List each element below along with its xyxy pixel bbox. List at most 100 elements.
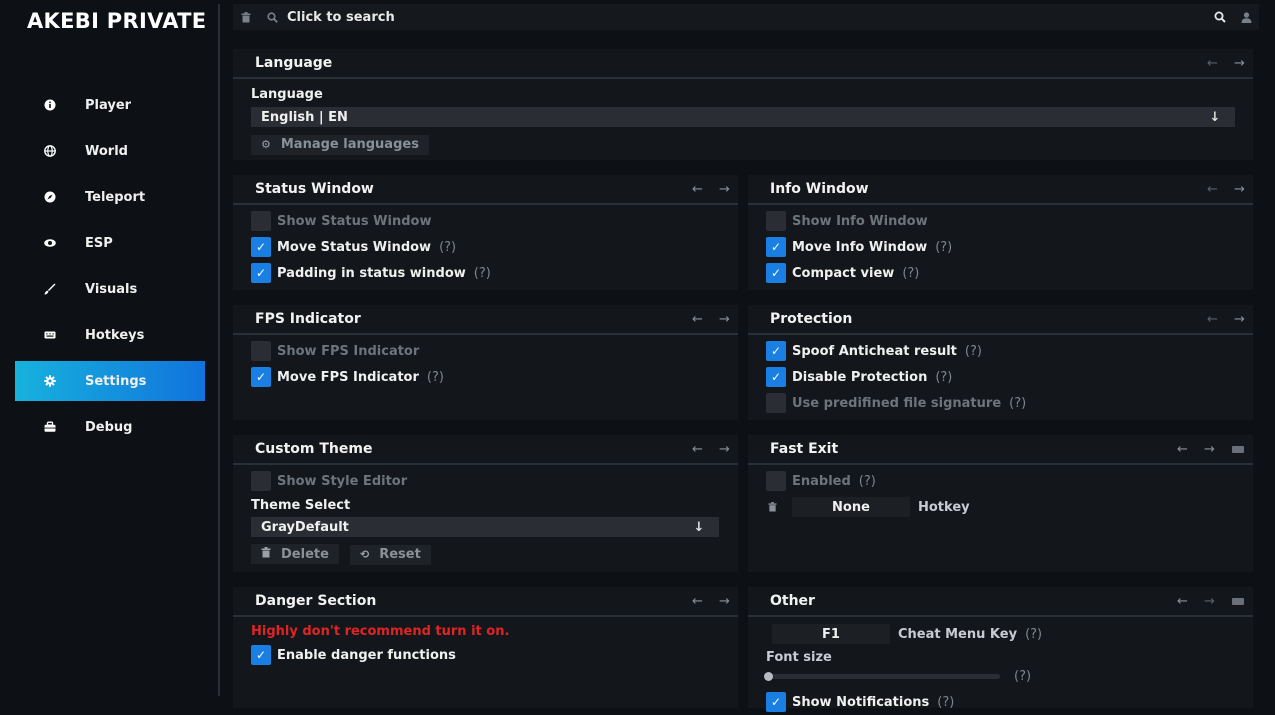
spoof-anticheat-checkbox[interactable]: Spoof Anticheat result (?): [766, 338, 1253, 364]
help-marker[interactable]: (?): [902, 266, 919, 281]
checkbox-box[interactable]: [251, 211, 271, 231]
help-marker[interactable]: (?): [965, 344, 982, 359]
delete-theme-button[interactable]: Delete: [251, 544, 339, 564]
move-status-window-checkbox[interactable]: Move Status Window (?): [251, 234, 738, 260]
nav-item-hotkeys[interactable]: Hotkeys: [15, 315, 205, 355]
arrow-left-icon[interactable]: ←: [1199, 312, 1226, 327]
checkbox-box[interactable]: [251, 471, 271, 491]
hotkey-input[interactable]: None: [792, 497, 910, 517]
arrow-left-icon[interactable]: ←: [1199, 182, 1226, 197]
checkbox-box[interactable]: [251, 341, 271, 361]
checkbox-box[interactable]: [251, 237, 271, 257]
trash-icon[interactable]: [233, 11, 259, 23]
nav-label: Settings: [85, 373, 147, 389]
checkbox-box[interactable]: [766, 237, 786, 257]
arrow-left-icon[interactable]: ←: [1199, 56, 1226, 71]
nav-item-teleport[interactable]: Teleport: [15, 177, 205, 217]
trash-icon[interactable]: [768, 502, 792, 512]
checkbox-box[interactable]: [766, 263, 786, 283]
help-marker[interactable]: (?): [1025, 627, 1042, 642]
nav-item-debug[interactable]: Debug: [15, 407, 205, 447]
nav-item-world[interactable]: World: [15, 131, 205, 171]
compact-view-checkbox[interactable]: Compact view (?): [766, 260, 1253, 286]
search-input[interactable]: Click to search: [285, 10, 1207, 25]
checkbox-box[interactable]: [766, 367, 786, 387]
checkbox-box[interactable]: [766, 211, 786, 231]
help-marker[interactable]: (?): [427, 370, 444, 385]
arrow-left-icon[interactable]: ←: [684, 442, 711, 457]
checkbox-label: Show Notifications: [792, 694, 930, 710]
keyboard-icon[interactable]: [1223, 445, 1253, 453]
arrow-left-icon[interactable]: ←: [684, 182, 711, 197]
nav-item-esp[interactable]: ESP: [15, 223, 205, 263]
arrow-left-icon[interactable]: ←: [684, 312, 711, 327]
nav-item-settings[interactable]: Settings: [15, 361, 205, 401]
checkbox-box[interactable]: [766, 341, 786, 361]
fast-exit-enabled-checkbox[interactable]: Enabled (?): [766, 468, 1253, 494]
panel-other: Other ← → F1 Cheat Menu Key (?) Font siz…: [748, 587, 1253, 712]
help-marker[interactable]: (?): [1014, 669, 1031, 684]
reset-theme-button[interactable]: ⟲ Reset: [350, 544, 431, 565]
help-marker[interactable]: (?): [439, 240, 456, 255]
panel-header: Other ← →: [748, 587, 1253, 617]
panel-header: Danger Section ← →: [233, 587, 738, 617]
arrow-right-icon[interactable]: →: [1226, 182, 1253, 197]
predefined-signature-checkbox[interactable]: Use predifined file signature (?): [766, 390, 1253, 416]
show-notifications-checkbox[interactable]: Show Notifications (?): [766, 689, 1253, 715]
help-marker[interactable]: (?): [935, 240, 952, 255]
menu-key-input[interactable]: F1: [772, 624, 890, 644]
checkbox-label: Compact view: [792, 265, 895, 281]
help-marker[interactable]: (?): [937, 695, 954, 710]
help-marker[interactable]: (?): [859, 474, 876, 489]
arrow-left-icon[interactable]: ←: [1169, 594, 1196, 609]
checkbox-label: Show Info Window: [792, 213, 928, 229]
slider-knob[interactable]: [764, 671, 773, 681]
checkbox-box[interactable]: [766, 393, 786, 413]
disable-protection-checkbox[interactable]: Disable Protection (?): [766, 364, 1253, 390]
arrow-right-icon[interactable]: →: [1226, 312, 1253, 327]
help-marker[interactable]: (?): [1009, 396, 1026, 411]
arrow-right-icon[interactable]: →: [1196, 442, 1223, 457]
panel-title: Custom Theme: [255, 441, 373, 457]
checkbox-label: Show FPS Indicator: [277, 343, 420, 359]
arrow-right-icon[interactable]: →: [711, 442, 738, 457]
keyboard-icon[interactable]: [1223, 597, 1253, 605]
arrow-right-icon[interactable]: →: [711, 182, 738, 197]
nav-item-visuals[interactable]: Visuals: [15, 269, 205, 309]
show-style-editor-checkbox[interactable]: Show Style Editor: [251, 468, 738, 494]
checkbox-box[interactable]: [251, 263, 271, 283]
checkbox-box[interactable]: [766, 692, 786, 712]
show-info-window-checkbox[interactable]: Show Info Window: [766, 208, 1253, 234]
arrow-left-icon[interactable]: ←: [1169, 442, 1196, 457]
eye-icon: [15, 237, 85, 249]
theme-select[interactable]: GrayDefault ↓: [251, 517, 719, 537]
search-submit-icon[interactable]: [1207, 11, 1233, 23]
panel-title: Protection: [770, 311, 853, 327]
checkbox-box[interactable]: [251, 645, 271, 665]
arrow-right-icon[interactable]: →: [1196, 594, 1223, 609]
checkbox-box[interactable]: [251, 367, 271, 387]
refresh-icon: ⟲: [360, 548, 370, 561]
move-fps-checkbox[interactable]: Move FPS Indicator (?): [251, 364, 738, 390]
help-marker[interactable]: (?): [474, 266, 491, 281]
nav-label: Teleport: [85, 189, 146, 205]
enable-danger-checkbox[interactable]: Enable danger functions: [251, 642, 738, 668]
show-status-window-checkbox[interactable]: Show Status Window: [251, 208, 738, 234]
arrow-right-icon[interactable]: →: [711, 312, 738, 327]
arrow-right-icon[interactable]: →: [1226, 56, 1253, 71]
font-size-slider[interactable]: [764, 671, 1000, 681]
globe-icon: [15, 145, 85, 157]
arrow-right-icon[interactable]: →: [711, 594, 738, 609]
nav-item-player[interactable]: Player: [15, 85, 205, 125]
move-info-window-checkbox[interactable]: Move Info Window (?): [766, 234, 1253, 260]
padding-status-window-checkbox[interactable]: Padding in status window (?): [251, 260, 738, 286]
arrow-left-icon[interactable]: ←: [684, 594, 711, 609]
theme-select-label: Theme Select: [251, 497, 351, 513]
checkbox-label: Padding in status window: [277, 265, 466, 281]
manage-languages-button[interactable]: ⚙ Manage languages: [251, 134, 429, 155]
help-marker[interactable]: (?): [935, 370, 952, 385]
user-icon[interactable]: [1233, 11, 1259, 23]
checkbox-box[interactable]: [766, 471, 786, 491]
language-select[interactable]: English | EN ↓: [251, 107, 1235, 127]
show-fps-checkbox[interactable]: Show FPS Indicator: [251, 338, 738, 364]
